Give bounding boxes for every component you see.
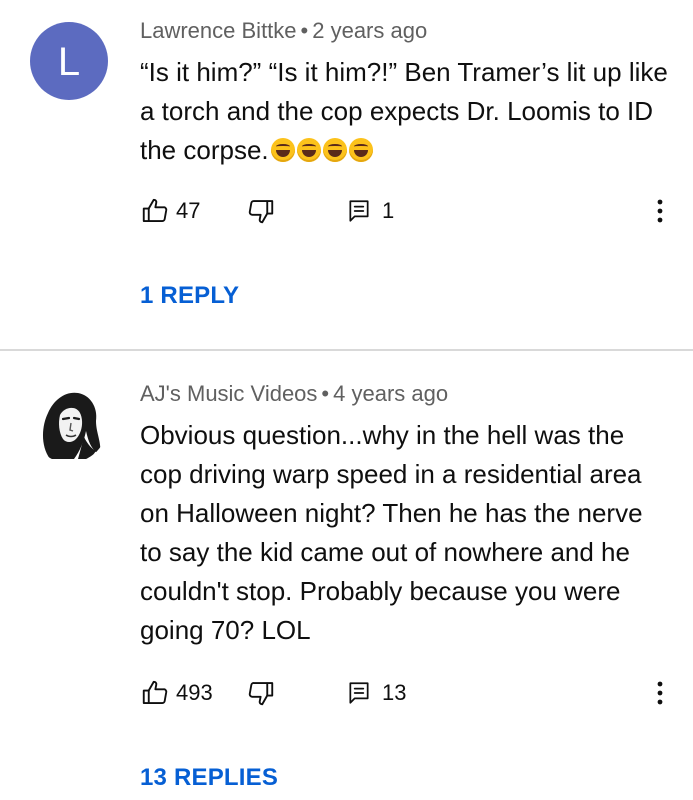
comment-text-block: “Is it him?” “Is it him?!” Ben Tramer’s … (140, 53, 670, 170)
author-name[interactable]: Lawrence Bittke (140, 18, 297, 43)
view-replies-link[interactable]: 1 REPLY (140, 282, 239, 310)
more-vertical-icon (657, 199, 663, 223)
comment-text: Obvious question...why in the hell was t… (140, 420, 643, 645)
thumb-down-icon (248, 200, 274, 224)
like-button[interactable]: 47 (140, 191, 200, 231)
comment-text: “Is it him?” “Is it him?!” Ben Tramer’s … (140, 57, 668, 165)
grinning-squinting-face-icon (270, 138, 295, 162)
reply-button[interactable]: 13 (346, 673, 406, 713)
comment-reply-icon (349, 682, 369, 704)
zany-face-icon (348, 138, 373, 162)
meta-separator: • (321, 381, 330, 406)
comment-text-block: Obvious question...why in the hell was t… (140, 416, 670, 650)
dislike-button[interactable] (246, 673, 276, 713)
thumb-down-icon (248, 682, 274, 706)
timestamp[interactable]: 2 years ago (312, 18, 427, 43)
dislike-button[interactable] (246, 191, 276, 231)
like-count: 47 (176, 198, 201, 223)
comment-actions: 493 13 (140, 673, 693, 713)
more-options-button[interactable] (650, 673, 670, 713)
more-options-button[interactable] (650, 191, 670, 231)
like-button[interactable]: 493 (140, 673, 213, 713)
timestamp[interactable]: 4 years ago (333, 381, 448, 406)
grinning-sweat-face-icon (322, 138, 347, 162)
reply-button[interactable]: 1 (346, 191, 394, 231)
avatar[interactable] (30, 385, 108, 463)
meta-separator: • (300, 18, 309, 43)
more-vertical-icon (657, 681, 663, 705)
thumb-up-icon (142, 198, 168, 222)
comment-item: L Lawrence Bittke • 2 years ago “Is it him… (0, 0, 693, 349)
reply-count: 13 (382, 680, 407, 705)
reply-count: 1 (382, 198, 395, 223)
like-count: 493 (176, 680, 213, 705)
thumb-up-icon (142, 680, 168, 704)
rolling-on-floor-laughing-icon (296, 138, 321, 162)
comment-meta: AJ's Music Videos • 4 years ago (140, 381, 448, 407)
view-replies-link[interactable]: 13 REPLIES (140, 764, 278, 792)
comment-item: AJ's Music Videos • 4 years ago Obvious qu… (0, 351, 693, 800)
portrait-image (30, 385, 108, 463)
avatar-letter: L (57, 40, 81, 84)
comment-actions: 47 1 (140, 191, 693, 231)
avatar[interactable]: L (30, 22, 108, 100)
author-name[interactable]: AJ's Music Videos (140, 381, 317, 406)
comment-meta: Lawrence Bittke • 2 years ago (140, 18, 427, 44)
comment-reply-icon (349, 200, 369, 222)
